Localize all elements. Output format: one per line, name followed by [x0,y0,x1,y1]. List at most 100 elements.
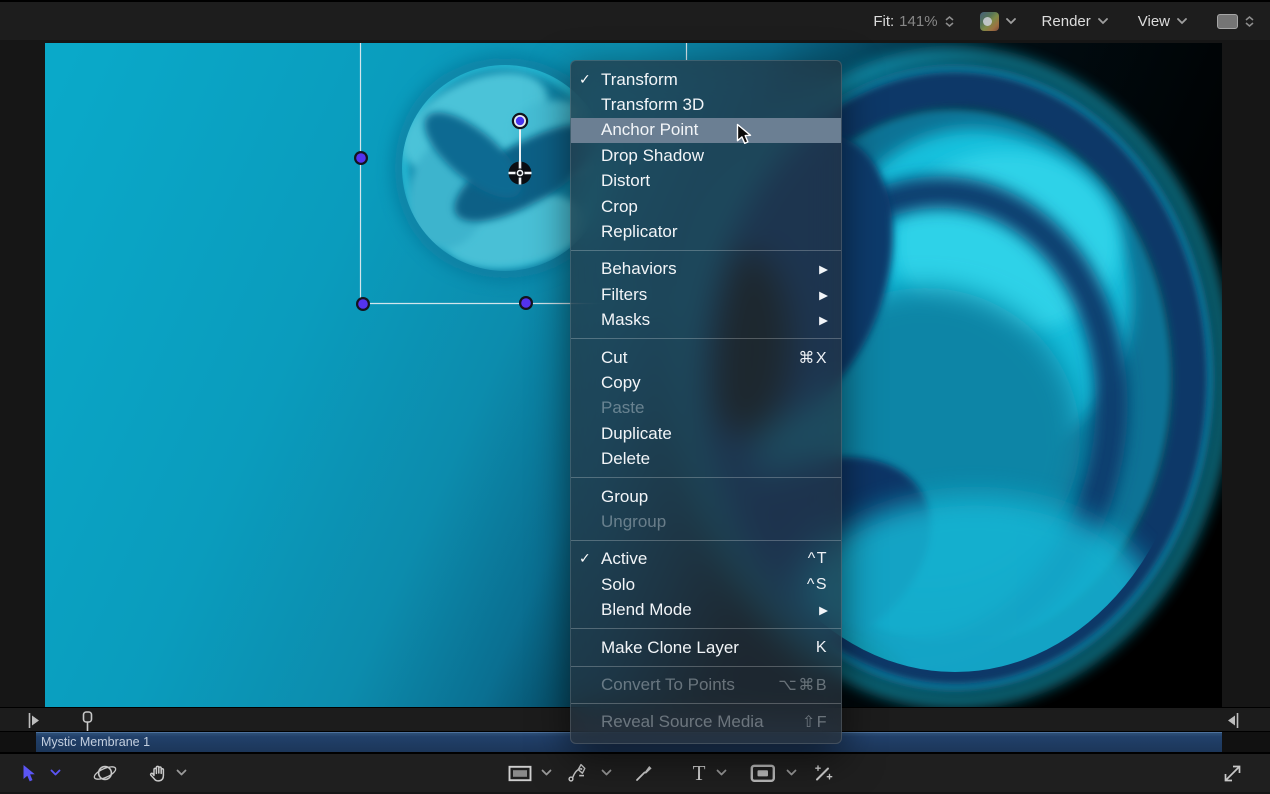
menu-item-label: Replicator [601,222,678,242]
zoom-level-control[interactable]: Fit: 141% [873,13,953,30]
chevron-down-icon [786,769,797,777]
submenu-arrow-icon: ▶ [819,288,828,302]
menu-item-shortcut: ⌥⌘B [778,675,828,695]
menu-item-label: Group [601,487,648,507]
view-label: View [1138,13,1170,30]
menu-item-label: Filters [601,285,647,305]
mouse-cursor-icon [736,123,753,151]
menu-item-shortcut: K [816,639,828,657]
view-menu-button[interactable]: View [1138,13,1187,30]
select-tool-dropdown[interactable] [50,754,61,792]
view-layout-selector[interactable] [1217,14,1254,29]
menu-separator [571,338,841,339]
paint-stroke-tool-button[interactable] [634,754,655,792]
chevron-down-icon [1098,18,1108,25]
resize-panel-handle[interactable] [1221,754,1244,792]
rectangle-tool-button[interactable] [508,754,532,792]
menu-item-delete[interactable]: Delete [571,446,841,471]
chevron-down-icon [601,769,612,777]
render-label: Render [1042,13,1091,30]
zoom-stepper-icon[interactable] [945,16,954,27]
menu-item-cut[interactable]: Cut ⌘X [571,345,841,370]
pan-tool-dropdown[interactable] [176,754,187,792]
menu-item-replicator[interactable]: Replicator [571,219,841,244]
menu-item-distort[interactable]: Distort [571,169,841,194]
menu-item-group[interactable]: Group [571,484,841,509]
view-layout-icon [1217,14,1238,29]
chevron-down-icon [1177,18,1187,25]
menu-item-masks[interactable]: Masks ▶ [571,308,841,333]
mask-tool-dropdown[interactable] [786,754,797,792]
select-tool-button[interactable] [22,754,37,792]
magic-wand-icon [812,764,834,783]
transform-3d-tool-button[interactable] [92,754,118,792]
menu-item-reveal-source-media: Reveal Source Media ⇧F [571,710,841,735]
menu-item-shortcut: ^S [807,576,828,594]
control-handle[interactable] [356,297,370,311]
app-window: Fit: 141% Render View [0,0,1270,794]
menu-item-shortcut: ⌘X [798,348,828,368]
menu-item-label: Blend Mode [601,600,692,620]
tools-toolbar: T [0,752,1270,792]
svg-text:T: T [693,762,706,784]
fit-label: Fit: [873,13,894,30]
control-handle[interactable] [354,151,368,165]
menu-separator [571,666,841,667]
diagonal-resize-icon [1221,762,1244,785]
chevron-down-icon [716,769,727,777]
chevron-down-icon [50,769,61,777]
bezier-tool-button[interactable] [568,754,590,792]
hand-icon [148,763,169,784]
menu-item-label: Masks [601,310,650,330]
orbit-3d-icon [92,761,118,785]
anchor-handle-dot[interactable] [512,113,528,129]
view-layout-stepper-icon [1245,16,1254,27]
control-handle[interactable] [519,296,533,310]
text-tool-icon: T [690,762,708,784]
adjust-item-tool-button[interactable] [812,754,834,792]
menu-item-blend-mode[interactable]: Blend Mode ▶ [571,597,841,622]
mask-tool-button[interactable] [750,754,776,792]
menu-separator [571,477,841,478]
render-menu-button[interactable]: Render [1042,13,1108,30]
menu-item-label: Active [601,549,647,569]
bezier-tool-dropdown[interactable] [601,754,612,792]
menu-item-make-clone-layer[interactable]: Make Clone Layer K [571,635,841,660]
zoom-value: 141% [899,13,937,30]
menu-item-duplicate[interactable]: Duplicate [571,421,841,446]
menu-item-crop[interactable]: Crop [571,194,841,219]
menu-item-transform-3d[interactable]: Transform 3D [571,92,841,117]
menu-item-shortcut: ^T [808,550,828,568]
menu-item-label: Paste [601,398,644,418]
menu-item-copy[interactable]: Copy [571,370,841,395]
menu-item-anchor-point[interactable]: Anchor Point [571,118,841,143]
timeline-out-marker[interactable] [1227,712,1239,734]
menu-item-label: Reveal Source Media [601,712,764,732]
menu-item-label: Distort [601,171,650,191]
menu-item-label: Copy [601,373,641,393]
menu-item-label: Delete [601,449,650,469]
menu-item-filters[interactable]: Filters ▶ [571,282,841,307]
pan-tool-button[interactable] [148,754,169,792]
menu-item-label: Make Clone Layer [601,638,739,658]
menu-item-shortcut: ⇧F [802,712,828,732]
text-tool-dropdown[interactable] [716,754,727,792]
menu-separator [571,540,841,541]
context-menu: ✓ Transform Transform 3D Anchor Point Dr… [570,60,842,744]
menu-item-drop-shadow[interactable]: Drop Shadow [571,143,841,168]
chevron-down-icon [541,769,552,777]
submenu-arrow-icon: ▶ [819,603,828,617]
menu-item-active[interactable]: ✓ Active ^T [571,547,841,572]
menu-item-behaviors[interactable]: Behaviors ▶ [571,257,841,282]
anchor-point-target[interactable] [509,162,532,185]
text-tool-button[interactable]: T [690,754,708,792]
menu-item-label: Crop [601,197,638,217]
menu-item-label: Solo [601,575,635,595]
timeline-in-marker[interactable] [28,712,40,734]
color-swatch-icon [980,12,999,31]
menu-item-label: Transform [601,70,678,90]
menu-item-transform[interactable]: ✓ Transform [571,67,841,92]
menu-item-solo[interactable]: Solo ^S [571,572,841,597]
color-channel-selector[interactable] [980,12,1016,31]
rectangle-tool-dropdown[interactable] [541,754,552,792]
